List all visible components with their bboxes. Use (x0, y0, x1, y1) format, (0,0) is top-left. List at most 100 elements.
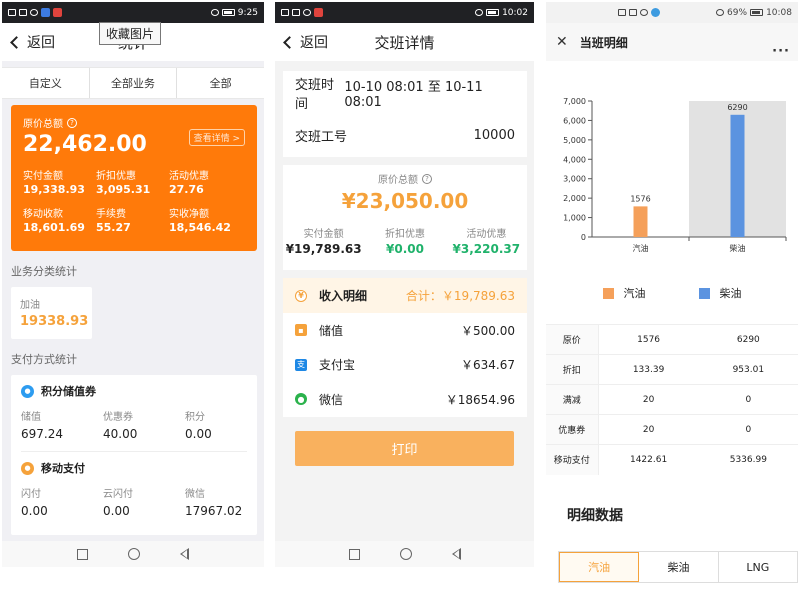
filter-business[interactable]: 全部业务 (90, 68, 178, 98)
summary-item-value: 55.27 (96, 221, 131, 234)
system-nav-bar (2, 541, 264, 567)
row-label: 原价 (546, 324, 599, 355)
phone-shift-breakdown: 69% 10:08 ✕ 当班明细 ··· 0 1,000 2,000 3,000 4,0… (546, 2, 798, 590)
print-button[interactable]: 打印 (295, 431, 514, 466)
legend-label: 汽油 (623, 287, 646, 300)
tab-diesel[interactable]: 柴油 (639, 552, 719, 582)
summary-item-label: 移动收款 (23, 209, 63, 220)
income-name: 储值 (319, 323, 344, 338)
x-tick-label: 柴油 (730, 243, 746, 253)
legend-item[interactable]: 柴油 (698, 285, 742, 301)
help-icon[interactable]: ? (67, 117, 77, 128)
legend-swatch (698, 287, 710, 299)
sim-icon (618, 9, 626, 16)
back-triangle-icon[interactable] (451, 548, 461, 560)
home-icon[interactable] (399, 548, 412, 560)
more-menu-icon[interactable]: ··· (772, 44, 790, 59)
shift-no-value: 10000 (473, 128, 515, 143)
row-label: 折扣 (546, 354, 599, 385)
back-button[interactable]: 返回 (283, 32, 328, 52)
cell-diesel: 6290 (698, 324, 798, 355)
payment-item-label: 闪付 (21, 489, 41, 500)
fuel-tabs: 汽油 柴油 LNG (558, 551, 798, 583)
tab-lng[interactable]: LNG (719, 552, 797, 582)
bar-value-label: 6290 (727, 103, 747, 112)
status-bar: 69% 10:08 (546, 2, 798, 23)
y-tick-label: 7,000 (563, 97, 586, 106)
close-icon[interactable]: ✕ (556, 34, 568, 50)
bar-chart-svg: 0 1,000 2,000 3,000 4,000 5,000 6,000 7,000 1576… (563, 97, 787, 253)
system-nav-bar (275, 541, 534, 567)
payment-item: 积分 0.00 (185, 408, 247, 441)
payment-group-title-text: 移动支付 (41, 462, 85, 475)
y-tick-label: 5,000 (563, 136, 586, 145)
cell-gas: 1576 (598, 324, 699, 355)
summary-item-label: 折扣优惠 (96, 171, 136, 182)
summary-item: 活动优惠 27.76 (169, 167, 249, 196)
stat-label: 实付金额 (303, 229, 344, 240)
status-time: 9:25 (237, 7, 258, 18)
total-label-text: 原价总额 (23, 119, 63, 130)
view-detail-button[interactable]: 查看详情 > (188, 129, 245, 146)
nav-bar: 返回 交班详情 (275, 23, 534, 61)
cell-diesel: 0 (698, 384, 798, 415)
alarm-icon (716, 9, 725, 16)
payment-item-label: 云闪付 (103, 489, 133, 500)
bar-value-label: 1576 (630, 194, 650, 203)
category-card[interactable]: 加油 19338.93 (11, 287, 92, 339)
stat-value: ¥3,220.37 (452, 242, 521, 256)
total-value: ¥23,050.00 (341, 189, 469, 213)
stat-item: 实付金额 ¥19,789.63 (283, 225, 364, 256)
back-triangle-icon[interactable] (180, 548, 189, 560)
help-icon[interactable]: ? (422, 173, 432, 184)
summary-item-label: 实付金额 (23, 171, 63, 182)
income-total: 合计：￥19,789.63 (405, 289, 515, 303)
summary-item-value: 18,601.69 (23, 221, 85, 234)
list-item[interactable]: 支支付宝 ￥634.67 (283, 348, 527, 383)
cell-gas: 20 (598, 414, 699, 445)
detail-data-title: 明细数据 (567, 508, 623, 524)
cell-diesel: 0 (698, 414, 798, 445)
table-row: 折扣 133.39 953.01 (546, 354, 798, 385)
wechat-icon: ● (295, 393, 307, 406)
shift-time-row: 交班时间 10-10 08:01 至 10-11 08:01 (283, 71, 527, 114)
recent-apps-icon[interactable] (348, 548, 360, 560)
income-list: ▪ 储值 ￥500.00 支支付宝 ￥634.67 ● 微信 ￥18654.96 (283, 313, 527, 417)
cell-gas: 133.39 (598, 354, 699, 385)
summary-table: 原价 1576 6290 折扣 133.39 953.01 满减 20 0 优惠券 20 0 移… (546, 324, 798, 475)
legend-item[interactable]: 汽油 (602, 285, 646, 301)
payment-group-title: ● 移动支付 (21, 460, 247, 476)
income-value: ￥18654.96 (445, 392, 515, 407)
chevron-left-icon (10, 35, 23, 49)
recent-apps-icon[interactable] (77, 548, 88, 560)
list-item[interactable]: ● 微信 ￥18654.96 (283, 382, 527, 417)
save-image-tooltip[interactable]: 收藏图片 (99, 22, 162, 45)
payment-section-title: 支付方式统计 (11, 353, 77, 366)
summary-item-value: 3,095.31 (96, 183, 151, 196)
row-label: 优惠券 (546, 414, 599, 445)
coin-icon: ¥ (295, 289, 307, 302)
filter-all[interactable]: 全部 (177, 68, 264, 98)
list-item[interactable]: ▪ 储值 ￥500.00 (283, 313, 527, 348)
back-button[interactable]: 返回 (10, 32, 55, 52)
total-label: 原价总额 ? (23, 115, 245, 130)
y-tick-label: 6,000 (563, 116, 586, 125)
income-name: 支付宝 (319, 358, 356, 373)
bar-chart: 0 1,000 2,000 3,000 4,000 5,000 6,000 7,000 1576… (546, 89, 798, 264)
summary-card: 原价总额 ? 22,462.00 查看详情 > 实付金额 19,338.93 折扣… (11, 105, 257, 251)
header: ✕ 当班明细 (546, 23, 798, 61)
category-value: 19338.93 (20, 314, 89, 329)
summary-item: 实付金额 19,338.93 (23, 167, 96, 196)
home-icon[interactable] (128, 548, 140, 560)
income-name: 微信 (319, 392, 344, 407)
y-tick-label: 1,000 (563, 214, 586, 223)
summary-item-label: 实收净额 (169, 209, 209, 220)
battery-icon (750, 9, 764, 16)
sim-icon (281, 9, 289, 16)
payment-item: 优惠券 40.00 (103, 408, 185, 441)
stats-grid: 实付金额 ¥19,789.63 折扣优惠 ¥0.00 活动优惠 ¥3,220.37 (283, 225, 527, 256)
filter-date[interactable]: 自定义 (2, 68, 90, 98)
table-row: 原价 1576 6290 (546, 324, 798, 355)
tab-gasoline[interactable]: 汽油 (559, 552, 640, 582)
shift-info-card: 交班时间 10-10 08:01 至 10-11 08:01 交班工号 1000… (283, 71, 527, 157)
